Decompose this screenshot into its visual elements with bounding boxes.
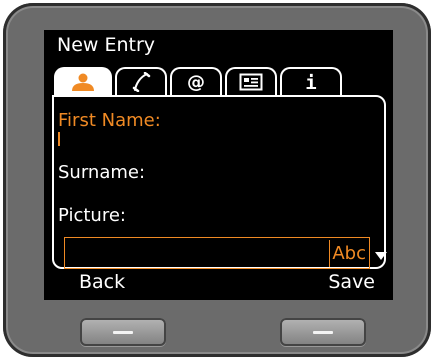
- svg-text:i: i: [305, 72, 316, 92]
- display-screen: New Entry @ i First Name: Surname: Pictu…: [44, 30, 393, 300]
- info-icon: i: [304, 72, 318, 92]
- left-softkey-button[interactable]: [80, 318, 166, 346]
- surname-label[interactable]: Surname:: [58, 162, 145, 184]
- phone-handset-icon: [131, 72, 151, 92]
- picture-label[interactable]: Picture:: [58, 205, 126, 227]
- tab-phone[interactable]: [115, 67, 167, 95]
- input-mode-indicator: Abc: [329, 240, 368, 267]
- tab-info[interactable]: i: [280, 67, 342, 95]
- tab-person[interactable]: [54, 67, 112, 95]
- tab-bar: @ i: [50, 67, 390, 95]
- first-name-label[interactable]: First Name:: [58, 110, 161, 132]
- at-sign-icon: @: [185, 72, 207, 92]
- svg-text:@: @: [187, 72, 205, 92]
- tab-contact-card[interactable]: [225, 67, 277, 95]
- tab-email[interactable]: @: [170, 67, 222, 95]
- right-softkey-button[interactable]: [280, 318, 366, 346]
- save-softkey-label[interactable]: Save: [328, 270, 375, 294]
- back-softkey-label[interactable]: Back: [79, 270, 125, 294]
- left-softkey-dash-icon: [113, 331, 133, 334]
- person-icon: [70, 73, 96, 91]
- contact-card-icon: [239, 73, 263, 91]
- text-cursor: [58, 132, 60, 146]
- scroll-down-icon[interactable]: [374, 247, 388, 260]
- page-title: New Entry: [57, 34, 156, 56]
- picture-input[interactable]: Abc: [64, 237, 370, 269]
- right-softkey-dash-icon: [313, 331, 333, 334]
